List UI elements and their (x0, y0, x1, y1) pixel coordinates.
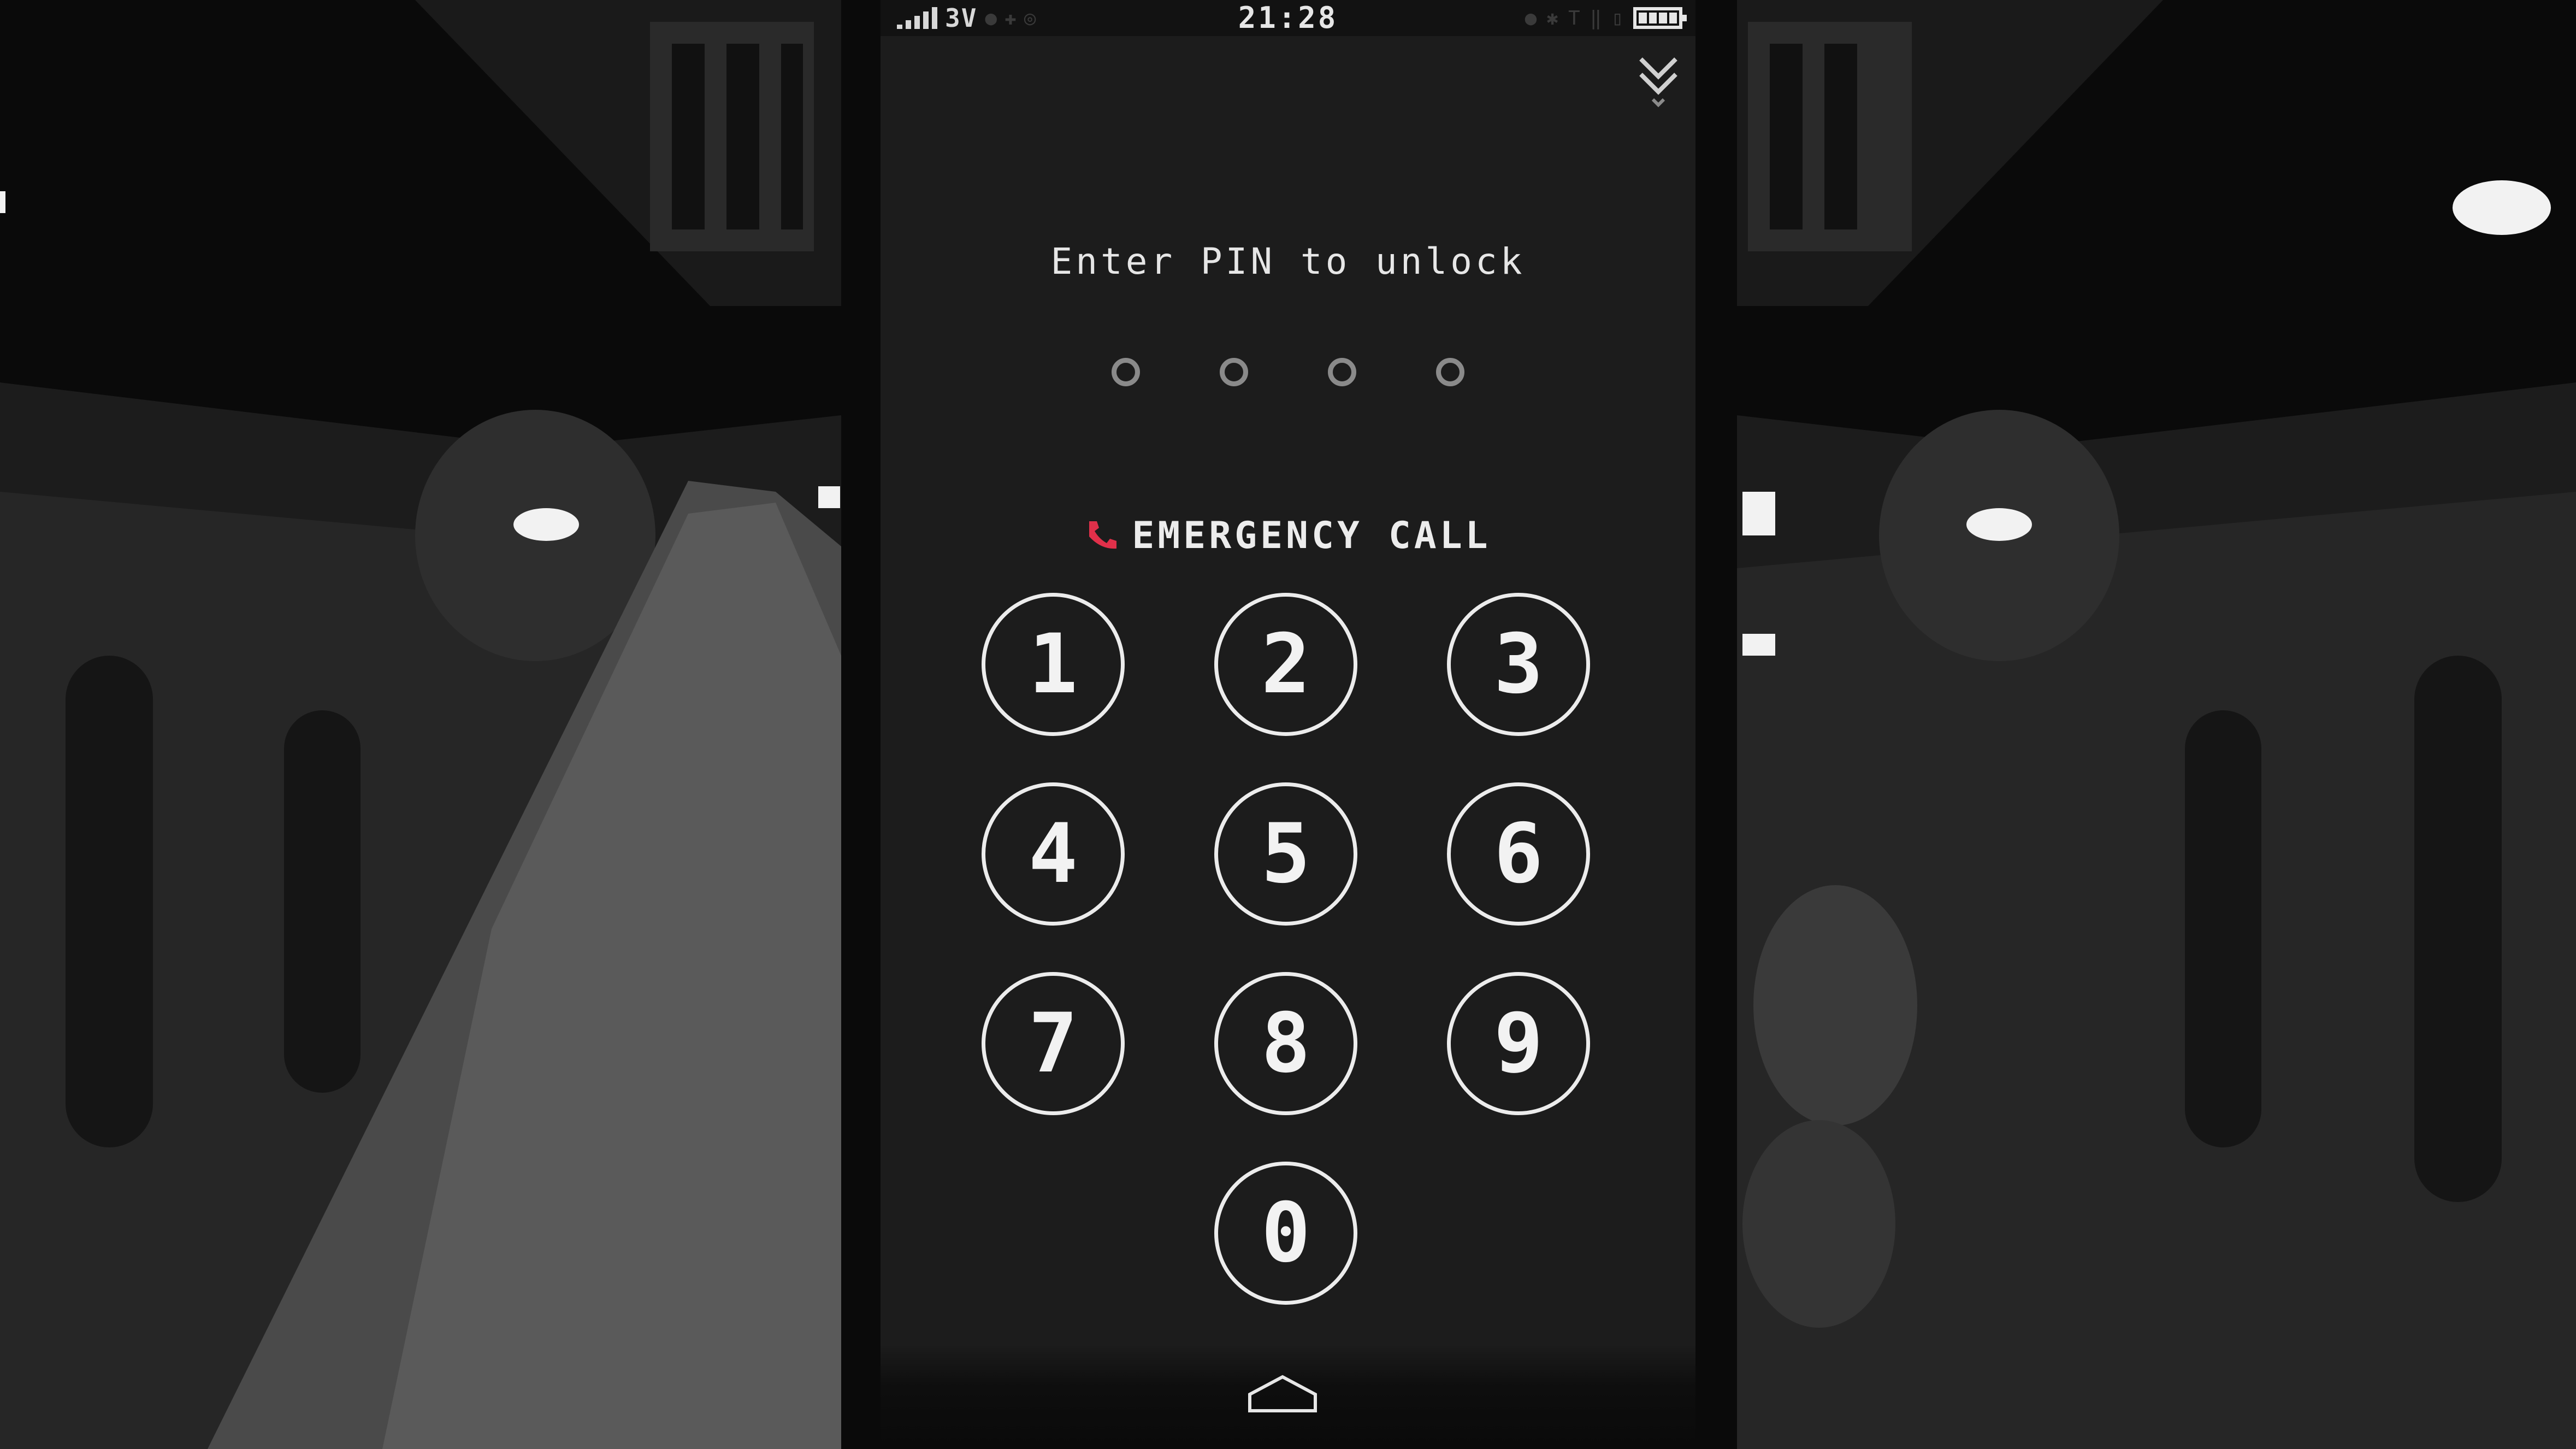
status-bar: 3V ● ✚ ◎ 21:28 ● ✱ T ‖ ▯ (881, 0, 1695, 36)
keypad-key-7[interactable]: 7 (982, 972, 1125, 1115)
keypad-key-3[interactable]: 3 (1447, 593, 1590, 736)
keypad-key-0[interactable]: 0 (1214, 1162, 1357, 1305)
keypad-key-8[interactable]: 8 (1214, 972, 1357, 1115)
alarm-icon: ● (1525, 7, 1537, 30)
unlock-prompt: Enter PIN to unlock (1050, 240, 1526, 282)
vibrate-icon: ‖ (1590, 7, 1602, 30)
pin-dot (1112, 358, 1140, 386)
pin-dot (1328, 358, 1356, 386)
emergency-call-button[interactable]: EMERGENCY CALL (881, 514, 1695, 557)
sim-icon: ▯ (1611, 7, 1623, 30)
navigation-bar (881, 1344, 1695, 1449)
status-right: ● ✱ T ‖ ▯ (1525, 4, 1687, 32)
keypad-key-4[interactable]: 4 (982, 782, 1125, 926)
keypad-key-5[interactable]: 5 (1214, 782, 1357, 926)
pin-dot (1220, 358, 1248, 386)
home-icon[interactable] (1244, 1373, 1321, 1416)
emergency-call-label: EMERGENCY CALL (1132, 514, 1491, 557)
bluetooth-icon: ✱ (1546, 7, 1558, 30)
keypad-key-9[interactable]: 9 (1447, 972, 1590, 1115)
keypad-key-6[interactable]: 6 (1447, 782, 1590, 926)
pin-dot (1436, 358, 1464, 386)
battery-icon (1633, 7, 1687, 29)
collapse-chevron-icon[interactable] (1636, 49, 1680, 109)
keypad-key-1[interactable]: 1 (982, 593, 1125, 736)
phone-lock-screen: 3V ● ✚ ◎ 21:28 ● ✱ T ‖ ▯ Enter PIN to un… (881, 0, 1695, 1449)
antenna-icon: T (1568, 7, 1580, 30)
keypad-key-2[interactable]: 2 (1214, 593, 1357, 736)
phone-icon (1089, 521, 1117, 549)
pin-indicator (881, 358, 1695, 388)
